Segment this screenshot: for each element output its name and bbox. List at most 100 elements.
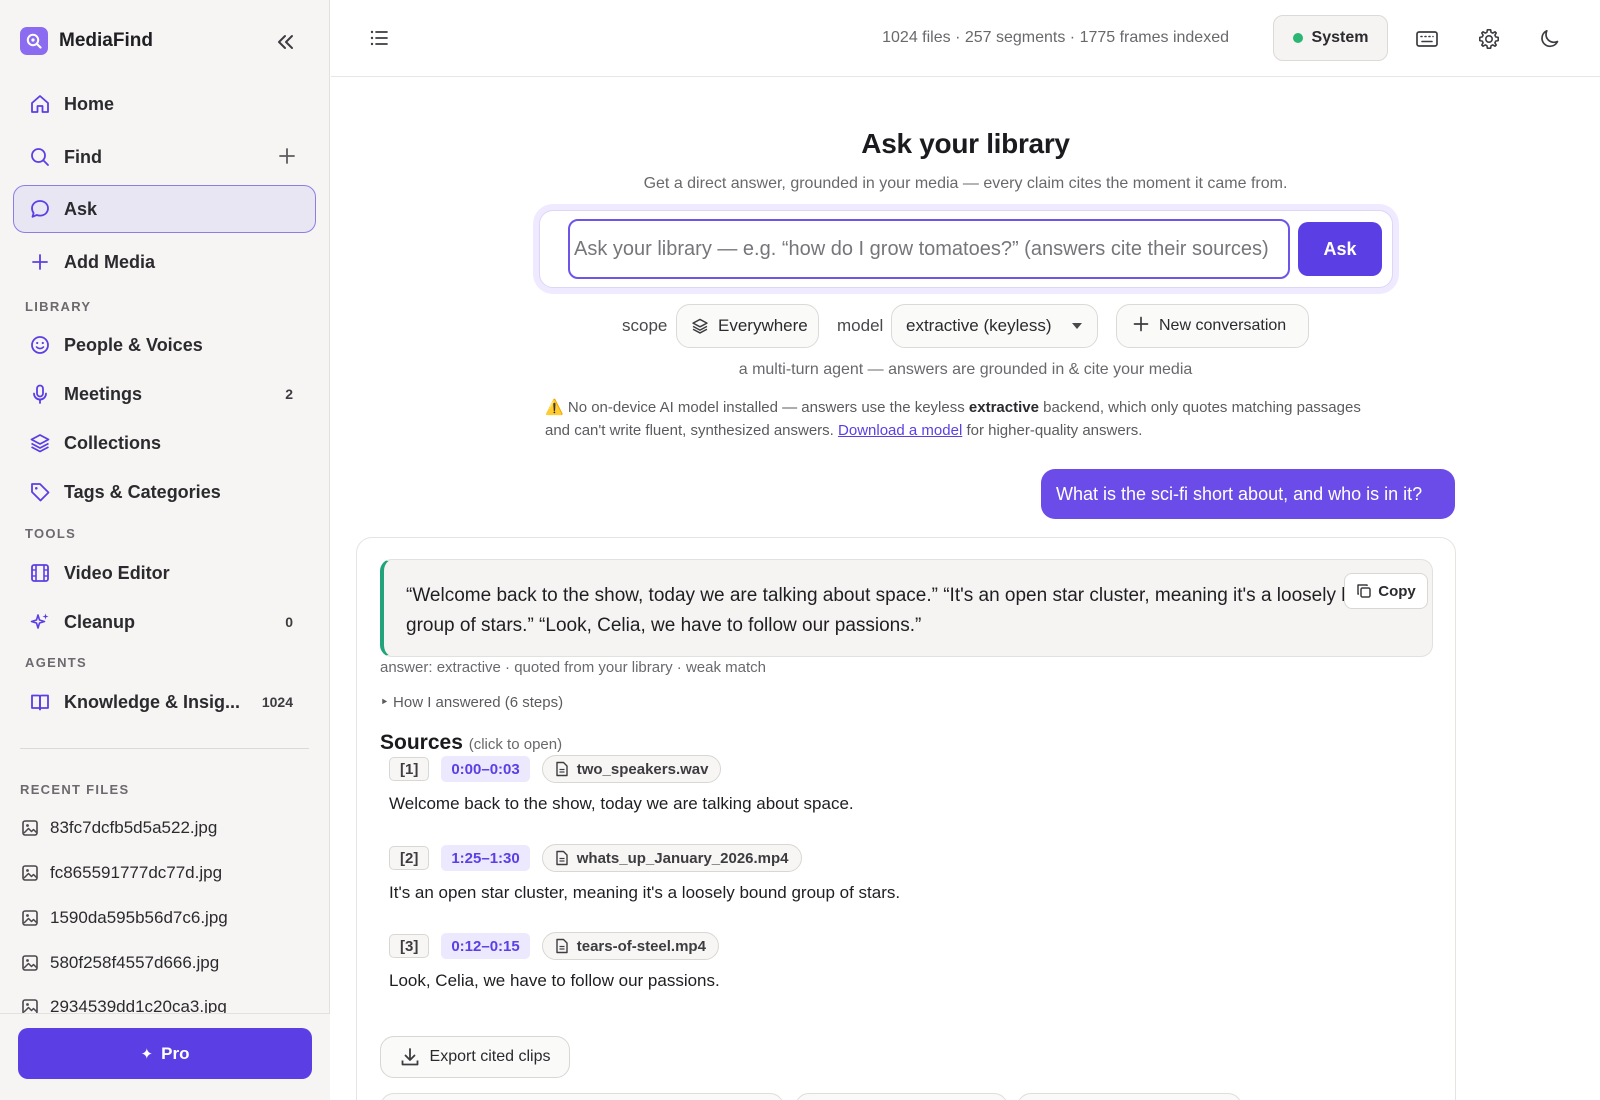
tag-icon: [28, 480, 52, 504]
nav-item-find[interactable]: Find: [13, 133, 316, 181]
source-text: It's an open star cluster, meaning it's …: [389, 883, 901, 902]
answer-quote-text: “Welcome back to the show, today we are …: [406, 585, 1395, 636]
status-dot: [1292, 33, 1303, 43]
page-subtitle: Get a direct answer, grounded in your me…: [643, 175, 1288, 192]
sparkle-icon: ✦: [140, 1045, 154, 1063]
source-file-name: tears-of-steel.mp4: [576, 937, 706, 955]
image-file-icon: [21, 909, 39, 927]
gear-icon[interactable]: [1476, 26, 1502, 52]
how-answered-toggle[interactable]: ‣ How I answered (6 steps): [380, 693, 563, 711]
nav-item-knowledge-insights[interactable]: Knowledge & Insig... 1024: [13, 678, 316, 726]
pro-footer: ✦ Pro: [0, 1013, 330, 1100]
source-timestamp[interactable]: 0:12–0:15: [441, 933, 530, 959]
recent-file-name: 580f258f4557d666.jpg: [50, 953, 220, 972]
follow-up-suggestion[interactable]: [1017, 1093, 1242, 1100]
recent-file-name: fc865591777dc77d.jpg: [50, 863, 223, 882]
image-file-icon: [21, 819, 39, 837]
source-row[interactable]: [3] 0:12–0:15 tears-of-steel.mp4: [389, 932, 719, 960]
image-file-icon: [21, 864, 39, 882]
pro-label: Pro: [161, 1043, 190, 1063]
source-file-chip[interactable]: whats_up_January_2026.mp4: [541, 844, 802, 872]
recent-file-item[interactable]: 1590da595b56d7c6.jpg: [21, 907, 228, 929]
source-text: Welcome back to the show, today we are t…: [389, 794, 854, 813]
nav-item-meetings[interactable]: Meetings 2: [13, 370, 316, 418]
source-timestamp[interactable]: 0:00–0:03: [441, 756, 530, 782]
source-file-chip[interactable]: tears-of-steel.mp4: [541, 932, 719, 960]
model-label: model: [837, 316, 884, 335]
sources-title: Sources: [380, 731, 463, 754]
nav-item-video-editor[interactable]: Video Editor: [13, 549, 316, 597]
brand[interactable]: MediaFind: [20, 27, 153, 55]
model-value: extractive (keyless): [906, 316, 1052, 335]
nav-label-home: Home: [64, 93, 115, 114]
copy-label: Copy: [1378, 582, 1416, 600]
plus-icon: [28, 250, 52, 274]
nav-item-home[interactable]: Home: [13, 80, 316, 128]
smile-face-icon: [28, 333, 52, 357]
film-icon: [28, 561, 52, 585]
microphone-icon: [28, 382, 52, 406]
source-timestamp[interactable]: 1:25–1:30: [441, 845, 530, 871]
new-find-plus-icon[interactable]: [277, 146, 297, 166]
download-icon: [401, 1048, 418, 1066]
scope-value: Everywhere: [718, 316, 808, 335]
export-cited-clips-button[interactable]: Export cited clips: [380, 1036, 570, 1078]
ask-button[interactable]: Ask: [1298, 222, 1382, 276]
nav-item-cleanup[interactable]: Cleanup 0: [13, 598, 316, 646]
source-file-chip[interactable]: two_speakers.wav: [541, 755, 722, 783]
download-model-link[interactable]: Download a model: [838, 422, 962, 439]
nav-label-ask: Ask: [64, 198, 98, 219]
nav-item-collections[interactable]: Collections: [13, 419, 316, 467]
nav-label-video-editor: Video Editor: [64, 562, 170, 583]
nav-label-add-media: Add Media: [64, 251, 156, 272]
export-label: Export cited clips: [429, 1048, 551, 1065]
recent-file-item[interactable]: 83fc7dcfb5d5a522.jpg: [21, 817, 217, 839]
ask-input[interactable]: [568, 219, 1290, 279]
new-conversation-label: New conversation: [1159, 317, 1287, 334]
source-row[interactable]: [2] 1:25–1:30 whats_up_January_2026.mp4: [389, 844, 802, 872]
source-file-name: two_speakers.wav: [576, 760, 709, 778]
pro-button[interactable]: ✦ Pro: [18, 1028, 312, 1079]
nav-item-add-media[interactable]: Add Media: [13, 238, 316, 286]
new-conversation-button[interactable]: New conversation: [1116, 304, 1309, 348]
section-label-agents: AGENTS: [25, 655, 87, 670]
nav-item-tags-categories[interactable]: Tags & Categories: [13, 468, 316, 516]
system-status-button[interactable]: System: [1273, 15, 1388, 61]
cleanup-count-badge: 0: [285, 614, 293, 630]
follow-up-suggestion[interactable]: [380, 1093, 784, 1100]
recent-file-name: 1590da595b56d7c6.jpg: [50, 908, 228, 927]
nav-label-knowledge: Knowledge & Insig...: [64, 691, 241, 712]
nav-label-meetings: Meetings: [64, 383, 143, 404]
follow-up-suggestion[interactable]: [795, 1093, 1008, 1100]
recent-file-item[interactable]: fc865591777dc77d.jpg: [21, 862, 222, 884]
home-icon: [28, 92, 52, 116]
document-icon: [556, 761, 568, 777]
open-book-icon: [28, 690, 52, 714]
nav-label-cleanup: Cleanup: [64, 611, 136, 632]
user-message-bubble: What is the sci-fi short about, and who …: [1041, 469, 1455, 519]
nav-item-people-voices[interactable]: People & Voices: [13, 321, 316, 369]
source-index: [2]: [389, 846, 430, 870]
nav-item-ask[interactable]: Ask: [13, 185, 316, 233]
keyboard-icon[interactable]: [1414, 26, 1440, 52]
section-label-recent-files: RECENT FILES: [20, 782, 130, 797]
answer-meta: answer: extractive · quoted from your li…: [380, 659, 766, 676]
moon-icon[interactable]: [1538, 26, 1564, 52]
search-icon: [28, 145, 52, 169]
scope-selector[interactable]: Everywhere: [676, 304, 819, 348]
source-index: [3]: [389, 934, 430, 958]
section-label-tools: TOOLS: [25, 526, 77, 541]
source-row[interactable]: [1] 0:00–0:03 two_speakers.wav: [389, 755, 722, 783]
copy-answer-button[interactable]: Copy: [1344, 573, 1428, 609]
recent-file-item[interactable]: 580f258f4557d666.jpg: [21, 952, 219, 974]
section-label-library: LIBRARY: [25, 299, 92, 314]
model-selector[interactable]: extractive (keyless): [891, 304, 1098, 348]
mediafind-logo-icon: [20, 27, 48, 55]
sources-heading: Sources (click to open): [380, 731, 562, 755]
collapse-sidebar-icon[interactable]: [272, 29, 298, 55]
list-menu-icon[interactable]: [368, 27, 390, 49]
nav-label-people: People & Voices: [64, 334, 203, 355]
index-stats: 1024 files · 257 segments · 1775 frames …: [882, 29, 1229, 46]
topbar: 1024 files · 257 segments · 1775 frames …: [331, 0, 1600, 77]
no-model-warning: ⚠️ No on-device AI model installed — ans…: [545, 396, 1385, 442]
